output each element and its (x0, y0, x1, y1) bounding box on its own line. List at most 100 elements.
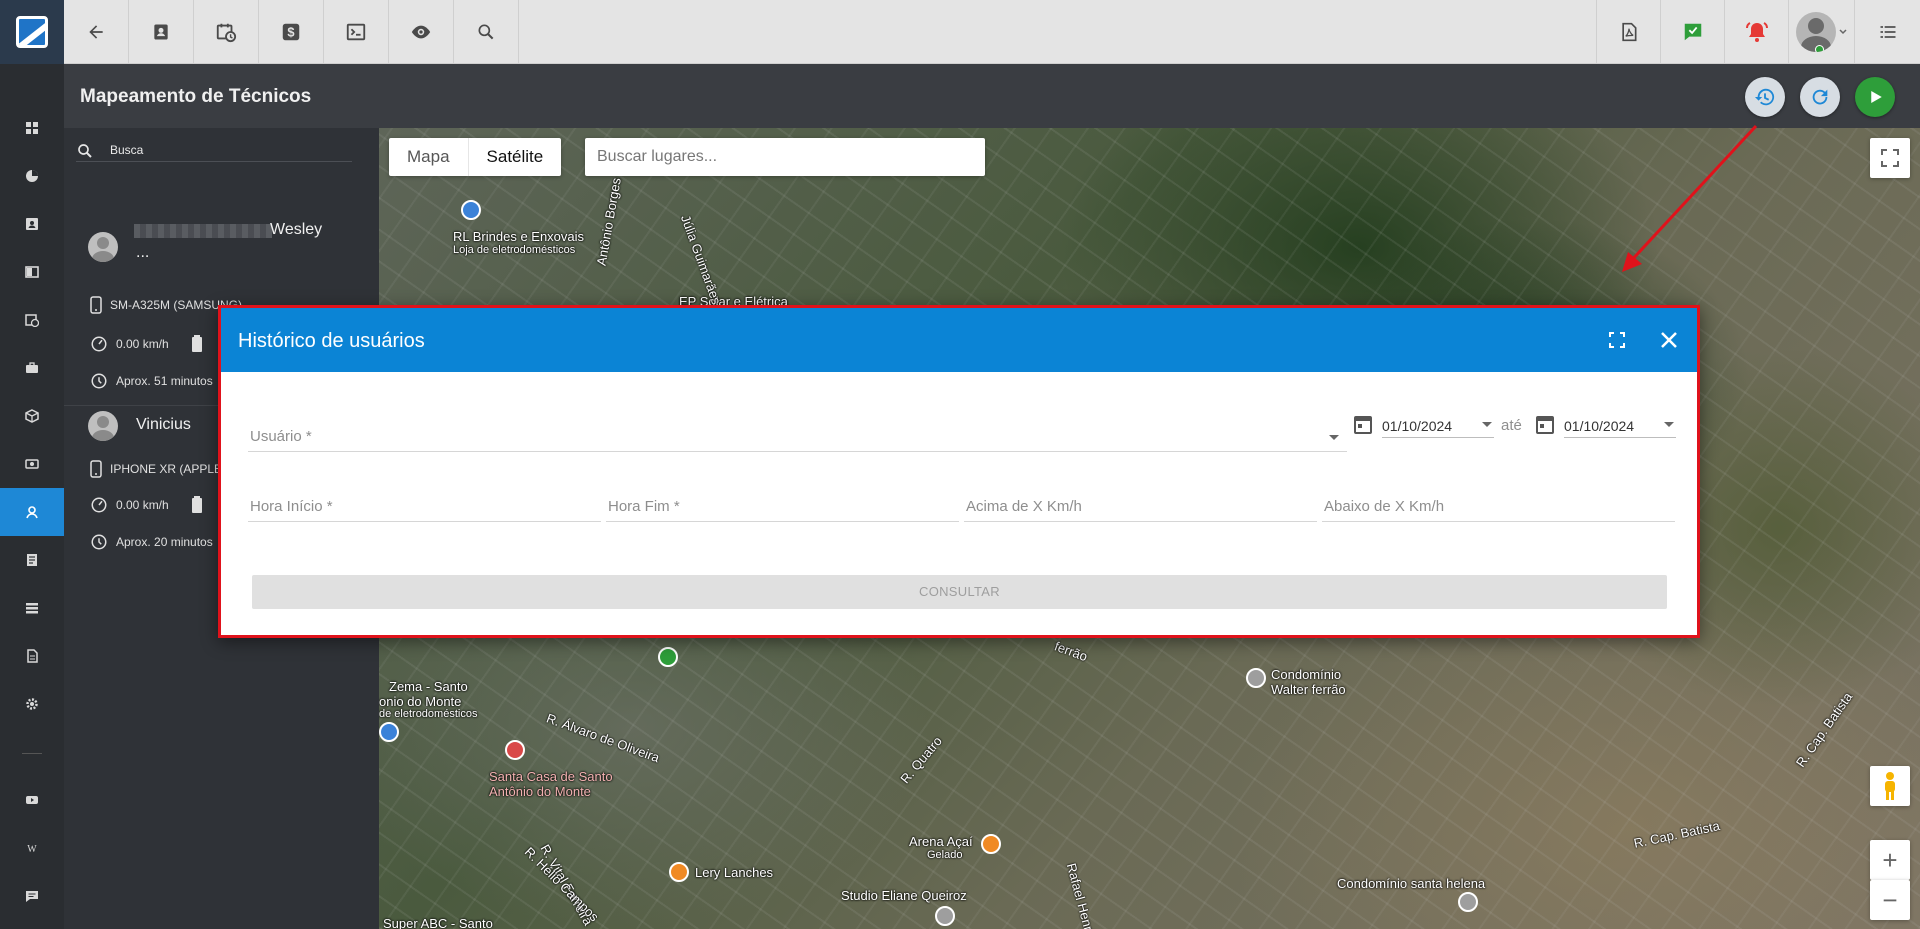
nav-tech-mapping[interactable] (0, 488, 64, 536)
shop-pin-icon[interactable] (379, 722, 399, 742)
nav-chat[interactable] (0, 872, 64, 920)
nav-notes[interactable] (0, 536, 64, 584)
maximize-dialog-button[interactable] (1603, 326, 1631, 354)
chevron-down-icon (1482, 422, 1492, 427)
search-button[interactable] (454, 0, 519, 64)
nav-schedule[interactable] (0, 296, 64, 344)
avatar (88, 411, 118, 441)
nav-video[interactable] (0, 776, 64, 824)
nav-contacts[interactable] (0, 200, 64, 248)
nav-settings[interactable] (0, 680, 64, 728)
nav-box[interactable] (0, 392, 64, 440)
dialog-header: Histórico de usuários (221, 308, 1697, 372)
last-seen: Aprox. 20 minutos (116, 535, 213, 549)
map-label: onio do Monte (379, 694, 462, 709)
map-type-satellite[interactable]: Satélite (467, 138, 562, 176)
hospital-pin-icon[interactable] (505, 740, 525, 760)
book-icon (25, 266, 39, 278)
place-pin-icon[interactable] (935, 906, 955, 926)
user-history-dialog: Histórico de usuários Usuário * 01/10/20… (218, 305, 1700, 638)
map-type-switch: Mapa Satélite (389, 138, 562, 176)
pdf-button[interactable] (1596, 0, 1660, 64)
battery-icon (191, 335, 202, 352)
history-button[interactable] (1745, 77, 1785, 117)
hour-end-input[interactable]: Hora Fim * (606, 492, 959, 522)
below-speed-input[interactable]: Abaixo de X Km/h (1322, 492, 1675, 522)
time-line: Aprox. 51 minutos (90, 372, 213, 390)
map-label: Santa Casa de Santo (489, 769, 613, 784)
map-label: R. Hélio Campos (521, 844, 602, 925)
nav-finance[interactable] (0, 440, 64, 488)
map-label: Lery Lanches (695, 865, 774, 880)
map-label: Júlia Guimarães (677, 212, 725, 307)
map-label: R. Quatro (897, 733, 945, 787)
briefcase-icon (26, 362, 38, 373)
pegman-icon (1885, 772, 1895, 800)
play-button[interactable] (1855, 77, 1895, 117)
search-field[interactable]: Busca (76, 134, 352, 162)
chat-button[interactable] (1660, 0, 1724, 64)
place-pin-icon[interactable] (658, 647, 678, 667)
dashboard-icon (26, 122, 38, 134)
contacts-button[interactable] (129, 0, 194, 64)
calendar-clock-icon (216, 23, 237, 43)
nav-document[interactable] (0, 632, 64, 680)
places-search-input[interactable]: Buscar lugares... (585, 138, 985, 176)
fullscreen-map-button[interactable] (1870, 138, 1910, 178)
back-button[interactable] (64, 0, 129, 64)
map-label: ferrão (1052, 638, 1090, 665)
food-pin-icon[interactable] (669, 862, 689, 882)
consult-button[interactable]: CONSULTAR (252, 575, 1667, 609)
above-speed-input[interactable]: Acima de X Km/h (964, 492, 1317, 522)
zoom-out-button[interactable]: − (1870, 880, 1910, 920)
nav-list[interactable] (0, 584, 64, 632)
finance-button[interactable]: $ (259, 0, 324, 64)
date-to-field[interactable]: 01/10/2024 (1564, 412, 1676, 438)
hour-start-input[interactable]: Hora Início * (248, 492, 601, 522)
main-menu-button[interactable] (1854, 0, 1920, 64)
view-button[interactable] (389, 0, 454, 64)
redacted-name (134, 224, 272, 238)
nav-wiki[interactable]: W (0, 824, 64, 872)
technician-name-more: ... (136, 244, 150, 261)
calendar-clock-icon (25, 314, 39, 327)
nav-dashboard[interactable] (0, 104, 64, 152)
alarm-button[interactable] (1724, 0, 1788, 64)
pie-chart-icon (26, 170, 38, 182)
gear-icon (26, 698, 38, 710)
street-view-button[interactable] (1870, 766, 1910, 806)
box-icon (25, 409, 39, 423)
map-label: RL Brindes e Enxovais (453, 229, 585, 244)
history-icon (1754, 88, 1775, 106)
condo-pin-icon[interactable] (1246, 668, 1266, 688)
user-select[interactable]: Usuário * (248, 422, 1347, 452)
map-type-map[interactable]: Mapa (389, 138, 468, 176)
date-from-field[interactable]: 01/10/2024 (1382, 412, 1494, 438)
nav-book[interactable] (0, 248, 64, 296)
food-pin-icon[interactable] (981, 834, 1001, 854)
svg-text:W: W (27, 844, 37, 855)
chevron-down-icon (1664, 422, 1674, 427)
app-logo[interactable] (0, 0, 64, 64)
close-icon (1661, 332, 1677, 348)
technician-name: Vinicius (136, 416, 191, 433)
nav-divider (22, 753, 42, 754)
contact-card-icon (26, 218, 38, 230)
nav-briefcase[interactable] (0, 344, 64, 392)
condo-pin-icon[interactable] (1458, 892, 1478, 912)
nav-charts[interactable] (0, 152, 64, 200)
clock-icon (91, 534, 107, 550)
user-menu-button[interactable] (1788, 0, 1854, 64)
device-line: IPHONE XR (APPLE) (90, 460, 226, 478)
schedule-button[interactable] (194, 0, 259, 64)
zoom-in-button[interactable]: + (1870, 840, 1910, 880)
clock-icon (91, 373, 107, 389)
shop-pin-icon[interactable] (461, 200, 481, 220)
terminal-icon (346, 23, 366, 41)
refresh-button[interactable] (1800, 77, 1840, 117)
speed-line: 0.00 km/h (90, 335, 203, 353)
terminal-button[interactable] (324, 0, 389, 64)
speed-value: 0.00 km/h (116, 498, 169, 512)
close-dialog-button[interactable] (1655, 326, 1683, 354)
list-icon (26, 603, 38, 614)
